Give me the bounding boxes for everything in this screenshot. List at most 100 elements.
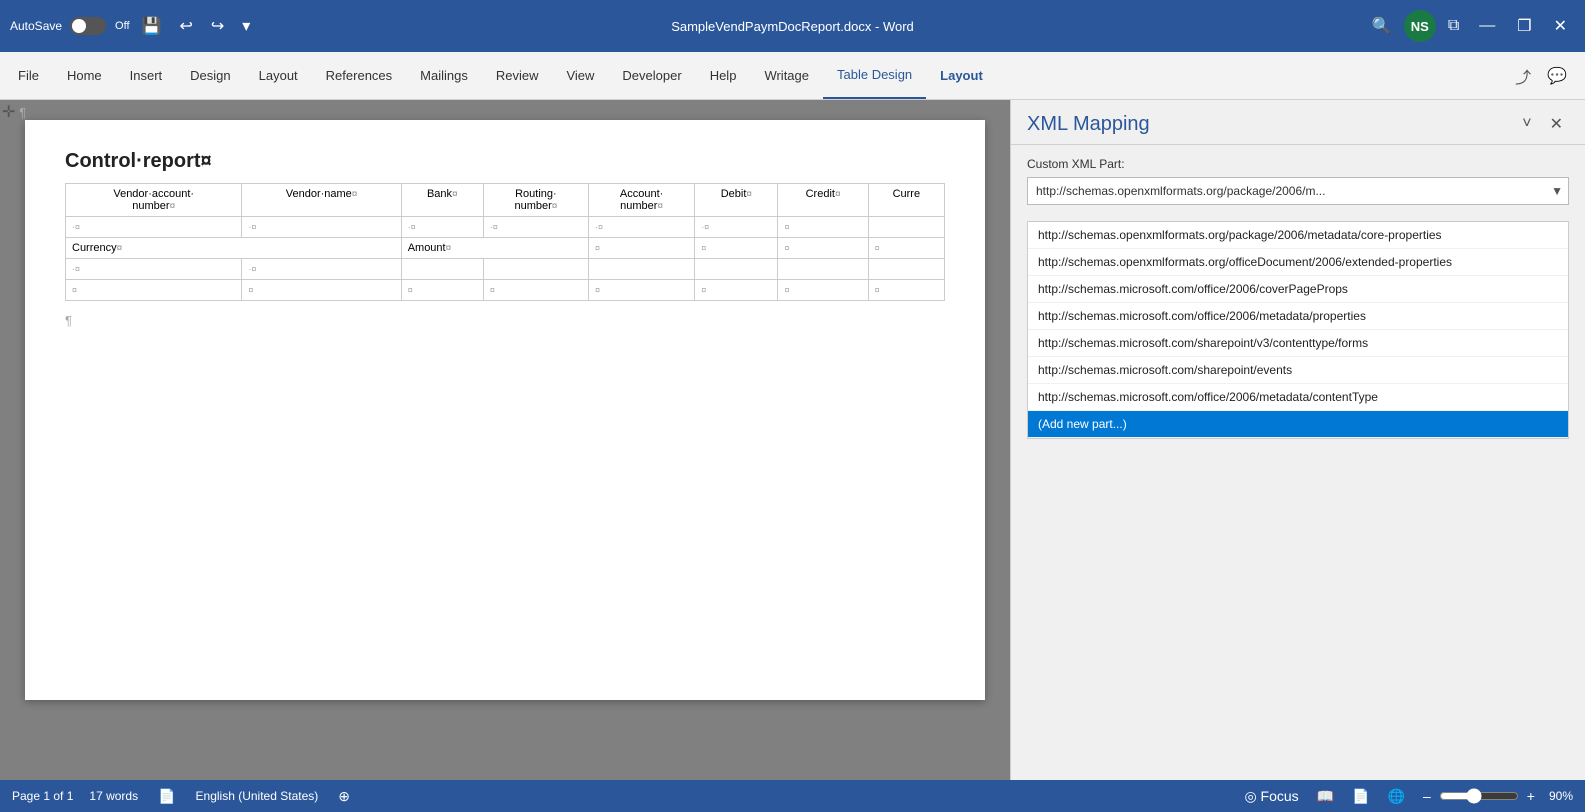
- tab-layout[interactable]: Layout: [245, 52, 312, 99]
- close-button[interactable]: ✕: [1546, 12, 1575, 40]
- td-1-2: ·¤: [242, 217, 401, 238]
- xml-part-dropdown[interactable]: http://schemas.openxmlformats.org/packag…: [1027, 177, 1569, 205]
- undo-button[interactable]: ↩: [173, 12, 198, 40]
- th-debit: Debit¤: [695, 184, 778, 217]
- table-row-3: ·¤ ·¤: [66, 259, 945, 280]
- xml-panel-header: XML Mapping ˅ ✕: [1011, 100, 1585, 145]
- paragraph-mark-top: ¶: [19, 105, 26, 120]
- td-2-7: ¤: [778, 238, 868, 259]
- separator: -: [875, 19, 883, 34]
- autosave-label: AutoSave: [10, 19, 62, 33]
- tab-home[interactable]: Home: [53, 52, 116, 99]
- track-changes-icon[interactable]: ⊕: [334, 786, 354, 807]
- tab-insert[interactable]: Insert: [116, 52, 177, 99]
- document-table: Vendor·account·number¤ Vendor·name¤ Bank…: [65, 183, 945, 301]
- td-3-7: [778, 259, 868, 280]
- xml-custom-part-label: Custom XML Part:: [1027, 157, 1569, 171]
- tab-view[interactable]: View: [552, 52, 608, 99]
- tab-design[interactable]: Design: [176, 52, 244, 99]
- tab-mailings[interactable]: Mailings: [406, 52, 482, 99]
- td-1-4: ·¤: [483, 217, 588, 238]
- td-1-6: ·¤: [695, 217, 778, 238]
- autosave-toggle[interactable]: [70, 17, 106, 35]
- xml-list-item-add[interactable]: (Add new part...): [1028, 411, 1568, 438]
- xml-list-item-0[interactable]: http://schemas.openxmlformats.org/packag…: [1028, 222, 1568, 249]
- customize-button[interactable]: ▾: [236, 12, 256, 40]
- title-bar: AutoSave Off 💾 ↩ ↪ ▾ SampleVendPaymDocRe…: [0, 0, 1585, 52]
- th-bank: Bank¤: [401, 184, 483, 217]
- th-currency-short: Curre: [868, 184, 944, 217]
- save-button[interactable]: 💾: [136, 12, 168, 40]
- table-header-row: Vendor·account·number¤ Vendor·name¤ Bank…: [66, 184, 945, 217]
- word-count: 17 words: [89, 789, 138, 803]
- tab-references[interactable]: References: [312, 52, 406, 99]
- maximize-button[interactable]: ❐: [1509, 12, 1539, 40]
- td-2-5: ¤: [588, 238, 694, 259]
- td-2-amount: Amount¤: [401, 238, 588, 259]
- restore-window-button[interactable]: ⧉: [1442, 13, 1465, 39]
- document-area: ✛ ¶ Control·report¤ Vendor·account·numbe…: [0, 100, 1010, 780]
- xml-panel-title: XML Mapping: [1027, 113, 1516, 136]
- word-count-icon[interactable]: 📄: [154, 786, 179, 807]
- filename: SampleVendPaymDocReport.docx: [671, 19, 871, 34]
- zoom-in-button[interactable]: +: [1523, 786, 1539, 806]
- page-info: Page 1 of 1: [12, 789, 73, 803]
- focus-button[interactable]: ◎ Focus: [1240, 786, 1302, 807]
- move-icon[interactable]: ✛: [2, 102, 15, 122]
- xml-list-item-3[interactable]: http://schemas.microsoft.com/office/2006…: [1028, 303, 1568, 330]
- xml-list-item-5[interactable]: http://schemas.microsoft.com/sharepoint/…: [1028, 357, 1568, 384]
- toggle-state-label: Off: [115, 20, 129, 32]
- td-1-8: [868, 217, 944, 238]
- xml-panel-close-button[interactable]: ✕: [1544, 112, 1569, 136]
- avatar[interactable]: NS: [1404, 10, 1436, 42]
- zoom-slider[interactable]: [1439, 788, 1519, 804]
- td-4-5: ¤: [588, 280, 694, 301]
- tab-developer[interactable]: Developer: [608, 52, 695, 99]
- th-acct-number: Account·number¤: [588, 184, 694, 217]
- redo-button[interactable]: ↪: [205, 12, 230, 40]
- tab-review[interactable]: Review: [482, 52, 553, 99]
- tab-table-design[interactable]: Table Design: [823, 52, 926, 99]
- xml-list-item-4[interactable]: http://schemas.microsoft.com/sharepoint/…: [1028, 330, 1568, 357]
- td-4-3: ¤: [401, 280, 483, 301]
- share-icon[interactable]: ⤴: [1509, 60, 1537, 92]
- title-bar-left: AutoSave Off 💾 ↩ ↪ ▾: [10, 12, 397, 40]
- doc-toolbar: ✛ ¶: [2, 102, 26, 122]
- tab-writage[interactable]: Writage: [750, 52, 823, 99]
- tab-table-layout[interactable]: Layout: [926, 52, 997, 99]
- tab-file[interactable]: File: [4, 52, 53, 99]
- td-3-2: ·¤: [242, 259, 401, 280]
- xml-list-item-6[interactable]: http://schemas.microsoft.com/office/2006…: [1028, 384, 1568, 411]
- zoom-controls: – +: [1419, 786, 1539, 806]
- status-bar-left: Page 1 of 1 17 words 📄 English (United S…: [12, 786, 354, 807]
- xml-panel-collapse-button[interactable]: ˅: [1516, 112, 1537, 136]
- web-layout-icon[interactable]: 🌐: [1384, 786, 1409, 807]
- xml-list-item-1[interactable]: http://schemas.openxmlformats.org/office…: [1028, 249, 1568, 276]
- language: English (United States): [196, 789, 319, 803]
- title-bar-right: 🔍 NS ⧉ — ❐ ✕: [1188, 10, 1575, 42]
- end-paragraph-mark: ¶: [65, 313, 945, 328]
- zoom-out-button[interactable]: –: [1419, 786, 1435, 806]
- td-1-7: ¤: [778, 217, 868, 238]
- xml-panel-controls: ˅ ✕: [1516, 112, 1569, 136]
- td-3-3: [401, 259, 483, 280]
- tab-help[interactable]: Help: [696, 52, 751, 99]
- td-2-6: ¤: [695, 238, 778, 259]
- search-button[interactable]: 🔍: [1366, 12, 1398, 40]
- read-mode-icon[interactable]: 📖: [1313, 786, 1338, 807]
- print-layout-icon[interactable]: 📄: [1348, 786, 1373, 807]
- minimize-button[interactable]: —: [1471, 13, 1503, 39]
- toggle-knob: [72, 19, 86, 33]
- document-page: Control·report¤ Vendor·account·number¤ V…: [25, 120, 985, 700]
- td-3-8: [868, 259, 944, 280]
- xml-list-item-2[interactable]: http://schemas.microsoft.com/office/2006…: [1028, 276, 1568, 303]
- td-4-7: ¤: [778, 280, 868, 301]
- td-4-2: ¤: [242, 280, 401, 301]
- table-row-1: ·¤ ·¤ ·¤ ·¤ ·¤ ·¤ ¤: [66, 217, 945, 238]
- td-2-currency: Currency¤: [66, 238, 402, 259]
- focus-icon: ◎: [1244, 788, 1256, 804]
- ribbon: File Home Insert Design Layout Reference…: [0, 52, 1585, 100]
- comments-icon[interactable]: 💬: [1541, 62, 1573, 90]
- status-bar-right: ◎ Focus 📖 📄 🌐 – + 90%: [1240, 786, 1573, 807]
- th-routing: Routing·number¤: [483, 184, 588, 217]
